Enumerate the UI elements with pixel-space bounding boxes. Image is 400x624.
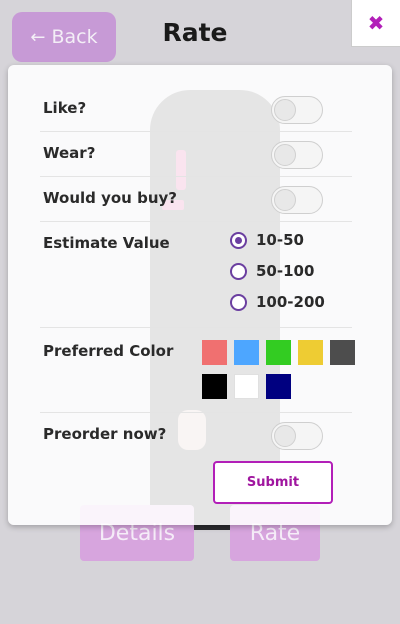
buy-label: Would you buy? <box>43 189 177 207</box>
arrow-left-icon: ← <box>30 26 46 48</box>
radio-unchecked-icon <box>230 293 247 311</box>
page-title: Rate <box>162 18 228 47</box>
back-button[interactable]: ← Back <box>12 12 116 62</box>
divider <box>40 131 352 132</box>
color-swatch[interactable] <box>234 374 259 399</box>
preorder-toggle[interactable] <box>271 422 323 450</box>
estimate-option-50-100[interactable]: 50-100 <box>230 262 314 280</box>
rate-form-card: Like? Wear? Would you buy? Estimate Valu… <box>8 65 392 525</box>
divider <box>40 221 352 222</box>
toggle-knob <box>274 189 296 211</box>
toggle-knob <box>274 99 296 121</box>
radio-checked-icon <box>230 231 247 249</box>
close-button[interactable]: ✖ <box>351 0 400 47</box>
divider <box>40 412 352 413</box>
preorder-label: Preorder now? <box>43 425 167 443</box>
color-swatch[interactable] <box>234 340 259 365</box>
buy-toggle[interactable] <box>271 186 323 214</box>
radio-label: 10-50 <box>256 231 304 249</box>
radio-label: 100-200 <box>256 293 325 311</box>
divider <box>40 176 352 177</box>
color-swatch[interactable] <box>266 340 291 365</box>
submit-button[interactable]: Submit <box>213 461 333 504</box>
estimate-option-100-200[interactable]: 100-200 <box>230 293 325 311</box>
like-label: Like? <box>43 99 87 117</box>
divider <box>40 327 352 328</box>
color-swatch[interactable] <box>298 340 323 365</box>
like-toggle[interactable] <box>271 96 323 124</box>
toggle-knob <box>274 425 296 447</box>
color-swatch[interactable] <box>202 340 227 365</box>
back-button-label: Back <box>51 26 98 48</box>
radio-label: 50-100 <box>256 262 315 280</box>
wear-label: Wear? <box>43 144 96 162</box>
wear-toggle[interactable] <box>271 141 323 169</box>
estimate-value-label: Estimate Value <box>43 234 170 252</box>
color-swatch[interactable] <box>202 374 227 399</box>
close-icon: ✖ <box>367 11 385 35</box>
radio-unchecked-icon <box>230 262 247 280</box>
toggle-knob <box>274 144 296 166</box>
color-swatch[interactable] <box>330 340 355 365</box>
estimate-option-10-50[interactable]: 10-50 <box>230 231 304 249</box>
preferred-color-label: Preferred Color <box>43 342 174 360</box>
color-swatch[interactable] <box>266 374 291 399</box>
